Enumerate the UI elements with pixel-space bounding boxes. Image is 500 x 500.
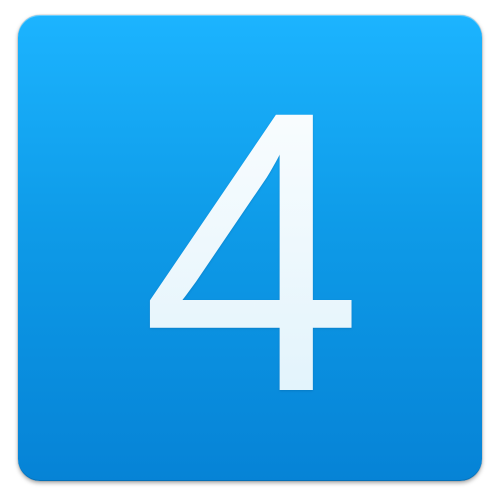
numeral-four-icon: 4 [141,28,363,475]
icon-canvas: 4 [0,0,500,500]
digit-four-label: 4 [141,28,363,475]
